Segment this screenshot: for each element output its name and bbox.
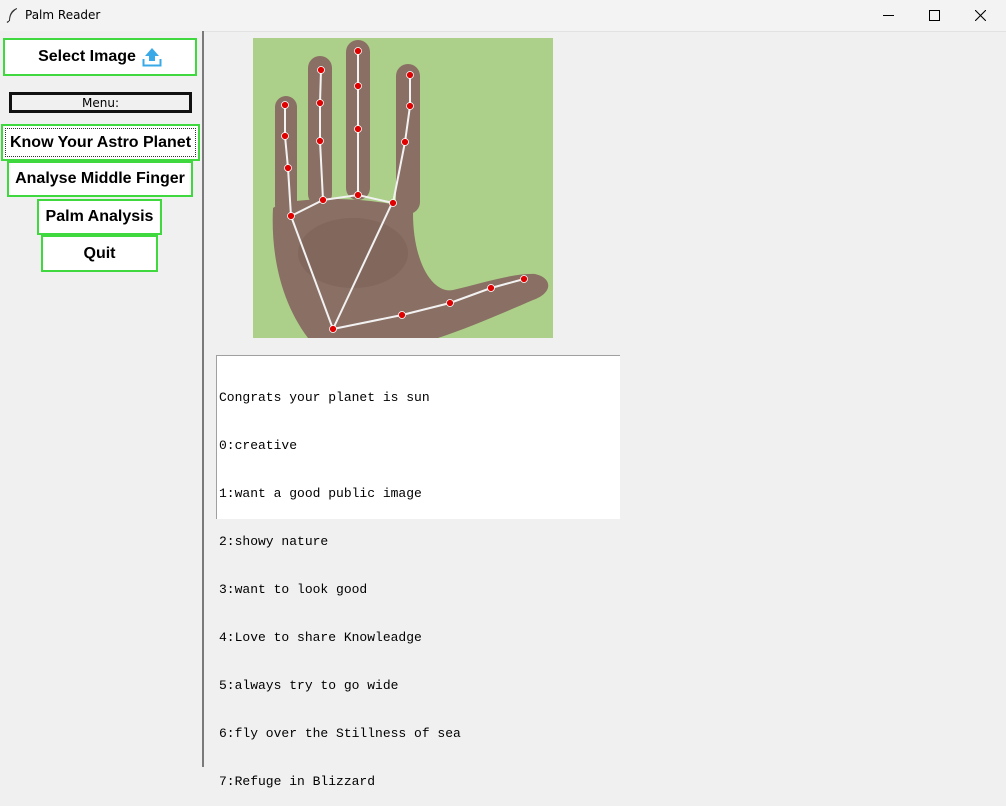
upload-icon <box>142 48 162 67</box>
window-title: Palm Reader <box>25 8 101 22</box>
analyse-middle-finger-button[interactable]: Analyse Middle Finger <box>7 161 193 197</box>
result-line-6: 6:fly over the Stillness of sea <box>219 726 461 741</box>
close-button[interactable] <box>957 0 1003 31</box>
result-line-0: 0:creative <box>219 438 298 453</box>
select-image-button[interactable]: Select Image <box>3 38 197 76</box>
result-line-5: 5:always try to go wide <box>219 678 399 693</box>
select-image-label: Select Image <box>38 48 136 65</box>
result-line-3: 3:want to look good <box>219 582 368 597</box>
know-astro-planet-button[interactable]: Know Your Astro Planet <box>1 124 200 161</box>
quit-button[interactable]: Quit <box>41 235 158 272</box>
result-text-area[interactable]: Congrats your planet is sun 0:creative 1… <box>216 355 620 789</box>
result-line-7: 7:Refuge in Blizzard <box>219 774 376 789</box>
close-icon <box>974 10 986 21</box>
feather-icon <box>6 8 17 23</box>
minimize-icon <box>882 15 894 16</box>
result-line-4: 4:Love to share Knowleadge <box>219 630 422 645</box>
result-line-1: 1:want a good public image <box>219 486 422 501</box>
sidebar: Select Image Menu: Know Your Astro Plane… <box>0 31 204 767</box>
result-line-2: 2:showy nature <box>219 534 329 549</box>
menu-label: Menu: <box>9 92 192 113</box>
maximize-icon <box>928 10 940 21</box>
maximize-button[interactable] <box>911 0 957 31</box>
title-bar: Palm Reader <box>0 0 1006 32</box>
minimize-button[interactable] <box>865 0 911 31</box>
palm-analysis-button[interactable]: Palm Analysis <box>37 199 162 235</box>
hand-landmarks-image <box>253 38 553 338</box>
result-line-planet: Congrats your planet is sun <box>219 390 430 405</box>
